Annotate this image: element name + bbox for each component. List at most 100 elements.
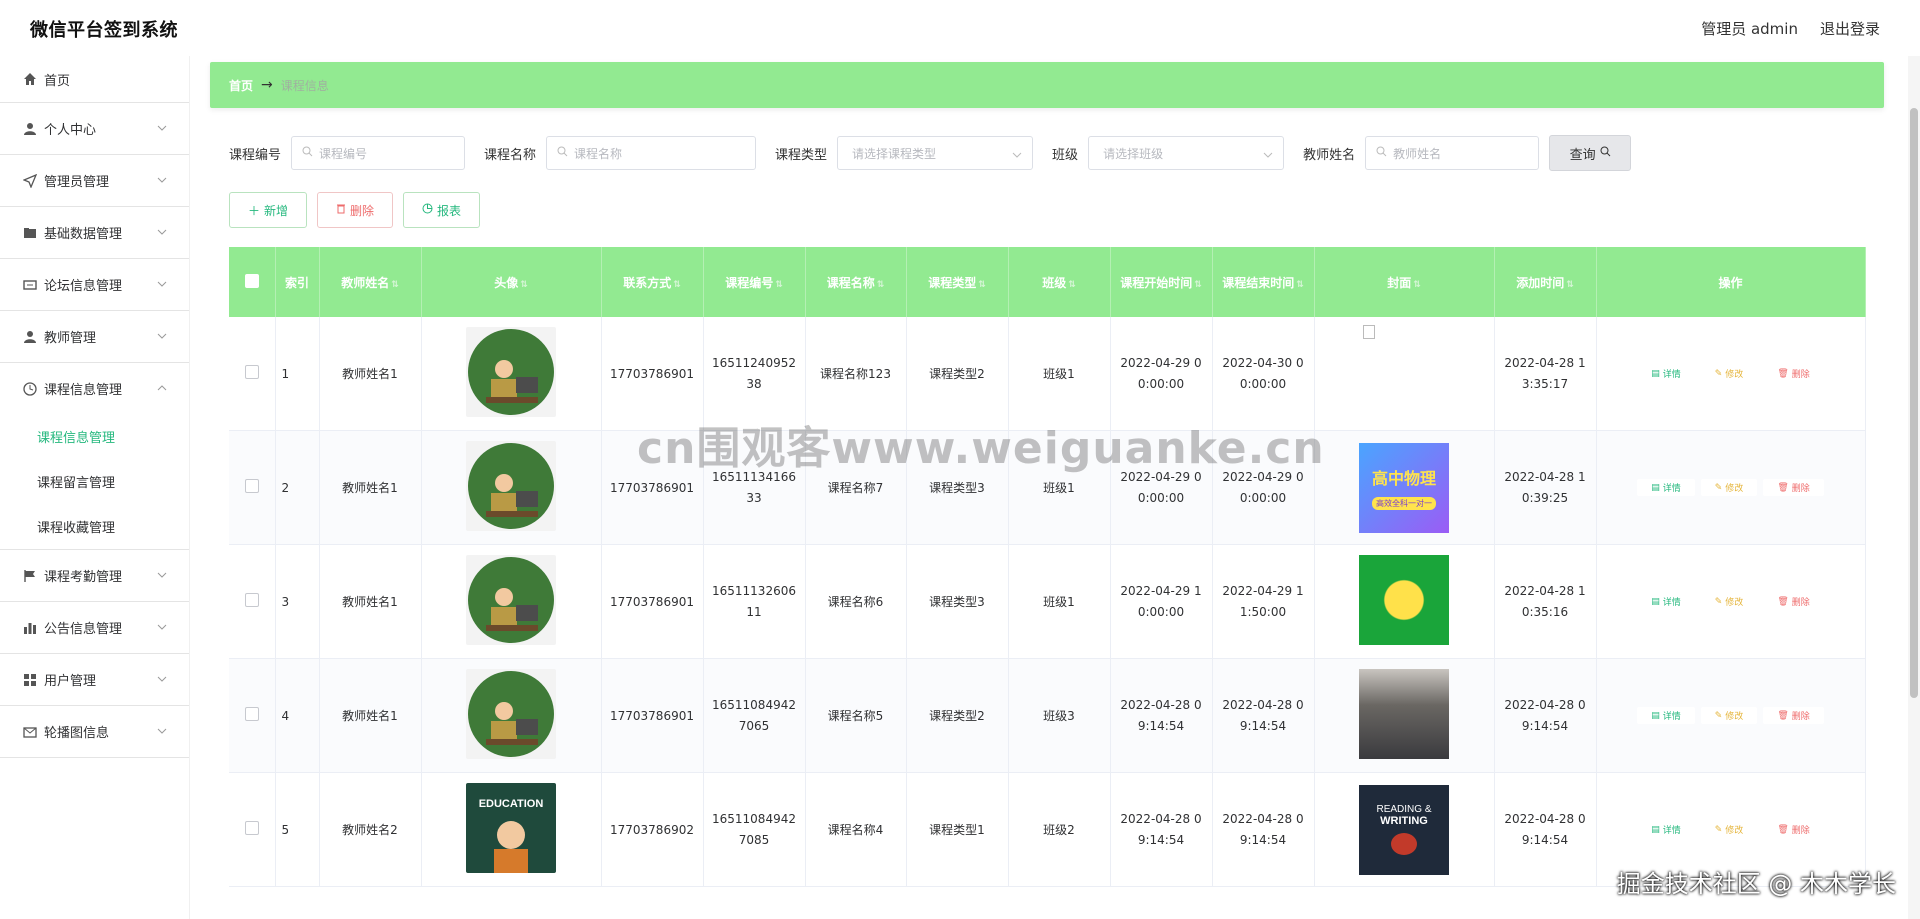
col-header-end[interactable]: 课程结束时间 ⇅ (1212, 247, 1315, 317)
row-checkbox[interactable] (229, 658, 276, 773)
course-name-placeholder: 课程名称 (574, 146, 623, 161)
admin-user-label[interactable]: 管理员 admin (1701, 18, 1798, 39)
row-checkbox[interactable] (229, 317, 276, 431)
page-scrollbar[interactable] (1908, 56, 1920, 919)
row-avatar: EDUCATION (421, 772, 602, 887)
sidebar-item-label: 用户管理 (44, 674, 97, 689)
breadcrumb: 首页 → 课程信息 (210, 62, 1884, 108)
col-header-avatar[interactable]: 头像 ⇅ (421, 247, 602, 317)
sidebar-item-admin[interactable]: 管理员管理 (0, 155, 189, 207)
logout-button[interactable]: 退出登录 (1820, 18, 1880, 39)
row-checkbox[interactable] (229, 544, 276, 659)
sidebar-item-profile[interactable]: 个人中心 (0, 103, 189, 155)
row-added-time: 2022-04-28 09:14:54 (1494, 658, 1597, 773)
sidebar-item-users[interactable]: 用户管理 (0, 654, 189, 706)
sidebar-item-forum[interactable]: 论坛信息管理 (0, 259, 189, 311)
col-header-course-type[interactable]: 课程类型 ⇅ (906, 247, 1009, 317)
sidebar-item-course-info[interactable]: 课程信息管理 (0, 363, 189, 414)
scrollbar-thumb[interactable] (1910, 108, 1918, 698)
add-button[interactable]: ＋ 新增 (229, 192, 308, 228)
chevron-down-icon (155, 672, 169, 686)
detail-button[interactable]: ▤ 详情 (1637, 707, 1695, 724)
edit-button[interactable]: ✎ 修改 (1700, 821, 1758, 838)
col-header-added[interactable]: 添加时间 ⇅ (1494, 247, 1597, 317)
select-all-checkbox[interactable] (229, 247, 276, 317)
row-class: 班级2 (1008, 772, 1111, 887)
detail-button[interactable]: ▤ 详情 (1637, 479, 1695, 496)
teacher-placeholder: 教师姓名 (1393, 146, 1442, 161)
col-header-index: 索引 (275, 247, 320, 317)
chevron-down-icon (1012, 147, 1022, 161)
broken-image-icon (1363, 325, 1375, 339)
row-class: 班级3 (1008, 658, 1111, 773)
course-name-input[interactable]: 课程名称 (546, 136, 757, 170)
submenu-item-course-info[interactable]: 课程信息管理 (0, 414, 189, 459)
class-select[interactable]: 请选择班级 (1088, 136, 1285, 170)
course-type-placeholder: 请选择课程类型 (852, 146, 937, 161)
sort-icon: ⇅ (1296, 279, 1304, 290)
detail-button[interactable]: ▤ 详情 (1637, 365, 1695, 382)
class-placeholder: 请选择班级 (1103, 146, 1164, 161)
col-header-cover[interactable]: 封面 ⇅ (1314, 247, 1495, 317)
delete-row-button[interactable]: 🗑 删除 (1763, 365, 1824, 382)
plus-icon: ＋ (248, 203, 261, 218)
col-header-ops: 操作 (1596, 247, 1866, 317)
course-type-select[interactable]: 请选择课程类型 (837, 136, 1034, 170)
delete-button[interactable]: 删除 (317, 192, 394, 228)
row-index: 5 (275, 772, 320, 887)
breadcrumb-home[interactable]: 首页 (229, 77, 253, 94)
document-icon: ▤ (1651, 710, 1660, 721)
course-no-input[interactable]: 课程编号 (291, 136, 466, 170)
edit-button[interactable]: ✎ 修改 (1700, 365, 1758, 382)
sidebar-item-carousel[interactable]: 轮播图信息 (0, 706, 189, 758)
sidebar-item-teacher[interactable]: 教师管理 (0, 311, 189, 363)
delete-row-button[interactable]: 🗑 删除 (1763, 479, 1824, 496)
delete-row-button[interactable]: 🗑 删除 (1763, 593, 1824, 610)
sidebar-item-attendance[interactable]: 课程考勤管理 (0, 550, 189, 602)
detail-button[interactable]: ▤ 详情 (1637, 593, 1695, 610)
submenu-item-course-favorite[interactable]: 课程收藏管理 (0, 504, 189, 549)
sort-icon: ⇅ (520, 279, 528, 290)
document-icon: ▤ (1651, 482, 1660, 493)
user-icon (22, 329, 38, 345)
teacher-input[interactable]: 教师姓名 (1365, 136, 1540, 170)
chevron-down-icon (155, 329, 169, 343)
col-header-teacher[interactable]: 教师姓名 ⇅ (319, 247, 422, 317)
row-start-time: 2022-04-29 10:00:00 (1110, 544, 1213, 659)
cover-text: WRITING (1380, 815, 1428, 827)
sidebar-item-basic-data[interactable]: 基础数据管理 (0, 207, 189, 259)
trash-icon (336, 203, 346, 217)
row-index: 1 (275, 317, 320, 431)
edit-button[interactable]: ✎ 修改 (1700, 593, 1758, 610)
query-label: 查询 (1569, 147, 1596, 163)
sidebar-item-notice[interactable]: 公告信息管理 (0, 602, 189, 654)
col-header-course-no[interactable]: 课程编号 ⇅ (703, 247, 806, 317)
search-icon (302, 146, 313, 160)
table-row: 4 教师姓名1 17703786901 16511084942 7065 课程名称5 课程… (229, 658, 1866, 773)
col-header-phone[interactable]: 联系方式 ⇅ (601, 247, 704, 317)
delete-row-button[interactable]: 🗑 删除 (1763, 821, 1824, 838)
col-header-class[interactable]: 班级 ⇅ (1008, 247, 1111, 317)
col-header-start[interactable]: 课程开始时间 ⇅ (1110, 247, 1213, 317)
row-cover: READING & WRITING (1314, 772, 1495, 887)
course-cover-image: READING & WRITING (1359, 784, 1449, 875)
row-course-no: 16511084942 7065 (703, 658, 806, 773)
row-phone: 17703786901 (601, 544, 704, 659)
edit-button[interactable]: ✎ 修改 (1700, 479, 1758, 496)
row-index: 2 (275, 430, 320, 545)
row-checkbox[interactable] (229, 772, 276, 887)
sidebar-item-home[interactable]: 首页 (0, 56, 189, 103)
col-header-course-name[interactable]: 课程名称 ⇅ (805, 247, 907, 317)
pie-chart-icon (422, 203, 433, 217)
sidebar-item-label: 个人中心 (44, 123, 97, 138)
row-checkbox[interactable] (229, 430, 276, 545)
detail-button[interactable]: ▤ 详情 (1637, 821, 1695, 838)
search-icon (1376, 146, 1387, 160)
submenu-item-course-message[interactable]: 课程留言管理 (0, 459, 189, 504)
sort-icon: ⇅ (1068, 279, 1076, 290)
delete-row-button[interactable]: 🗑 删除 (1763, 707, 1824, 724)
report-button[interactable]: 报表 (403, 192, 481, 228)
edit-button[interactable]: ✎ 修改 (1700, 707, 1758, 724)
document-icon: ▤ (1651, 596, 1660, 607)
query-button[interactable]: 查询 (1549, 135, 1632, 171)
